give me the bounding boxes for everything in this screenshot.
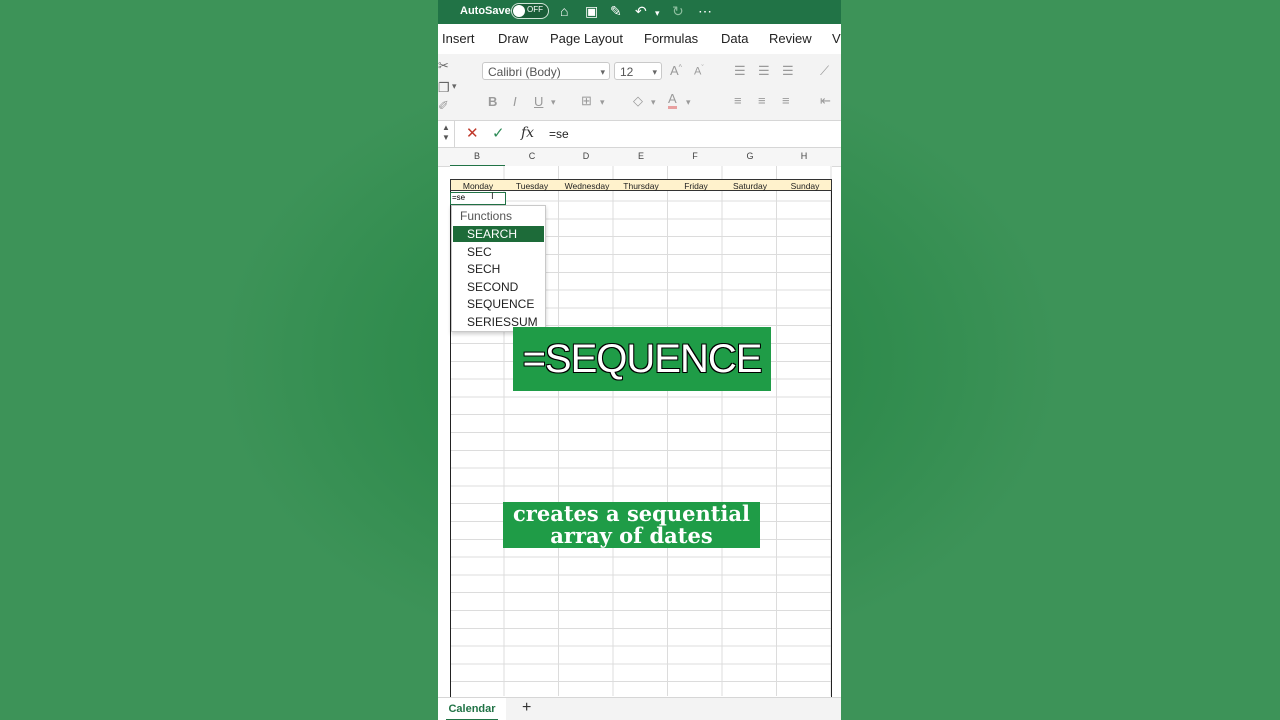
- sheet-tab-label: Calendar: [448, 703, 496, 715]
- font-color-icon[interactable]: A: [668, 92, 677, 109]
- day-cell[interactable]: Monday: [451, 181, 505, 191]
- weekday-header-row: Monday Tuesday Wednesday Thursday Friday…: [450, 179, 832, 191]
- toggle-knob: [513, 5, 525, 17]
- day-cell[interactable]: Thursday: [614, 181, 668, 191]
- formula-bar: ▲ ▼ ✕ ✓ fx =se: [438, 121, 841, 148]
- add-sheet-button[interactable]: +: [522, 699, 531, 717]
- day-cell[interactable]: Tuesday: [505, 181, 559, 191]
- confirm-icon[interactable]: ✓: [492, 124, 505, 142]
- column-header-h[interactable]: H: [777, 151, 831, 161]
- namebox-stepper-icon[interactable]: ▲ ▼: [442, 123, 450, 143]
- font-size-select[interactable]: 12 ▾: [614, 62, 662, 80]
- day-cell[interactable]: Friday: [669, 181, 723, 191]
- align-left-icon[interactable]: ≡: [734, 93, 742, 108]
- increase-font-icon[interactable]: A^: [670, 63, 682, 78]
- column-header-b[interactable]: B: [450, 151, 504, 161]
- chevron-down-icon: ▾: [652, 67, 657, 77]
- align-top-icon[interactable]: ☰: [734, 63, 746, 79]
- bold-icon[interactable]: B: [488, 94, 497, 109]
- borders-icon[interactable]: ⊞: [581, 93, 592, 109]
- active-cell[interactable]: =se I: [450, 192, 506, 205]
- autocomplete-item[interactable]: SEARCH: [453, 226, 544, 242]
- autosave-toggle[interactable]: OFF: [511, 3, 549, 19]
- day-cell[interactable]: Saturday: [723, 181, 777, 191]
- align-bottom-icon[interactable]: ☰: [782, 63, 794, 79]
- font-name-value: Calibri (Body): [488, 65, 561, 79]
- caption-line-1: creates a sequential: [513, 501, 750, 526]
- sheet-tab-bar: Calendar +: [438, 697, 841, 720]
- tab-insert[interactable]: Insert: [442, 31, 475, 46]
- column-header-f[interactable]: F: [668, 151, 722, 161]
- ribbon-toolbar: ✂ ❐ ▾ ✐ Calibri (Body) ▾ 12 ▾ A^ Aˇ B I …: [438, 54, 841, 121]
- autosave-label: AutoSave: [460, 5, 511, 17]
- autocomplete-item[interactable]: SEQUENCE: [453, 296, 544, 312]
- font-size-value: 12: [620, 65, 634, 79]
- fill-color-icon[interactable]: ◇: [633, 93, 643, 109]
- column-header-d[interactable]: D: [559, 151, 613, 161]
- redo-icon[interactable]: ↻: [672, 2, 684, 20]
- decrease-indent-icon[interactable]: ⇤: [820, 93, 831, 109]
- table-border-right: [831, 180, 832, 698]
- toggle-state: OFF: [527, 5, 543, 14]
- more-icon[interactable]: ⋯: [698, 2, 712, 20]
- autocomplete-item[interactable]: SECOND: [453, 279, 544, 295]
- format-painter-icon[interactable]: ✐: [438, 98, 449, 114]
- function-autocomplete: Functions SEARCH SEC SECH SECOND SEQUENC…: [451, 205, 546, 332]
- autocomplete-item[interactable]: SECH: [453, 261, 544, 277]
- text-cursor-icon: I: [491, 191, 494, 202]
- chevron-down-icon[interactable]: ▾: [686, 97, 691, 108]
- chevron-down-icon[interactable]: ▾: [600, 97, 605, 108]
- undo-icon[interactable]: ↶: [635, 2, 647, 20]
- title-bar: AutoSave OFF ⌂ ▣ ✎ ↶ ▾ ↻ ⋯: [438, 0, 841, 24]
- autocomplete-header: Functions: [460, 209, 513, 223]
- tab-data[interactable]: Data: [721, 31, 748, 46]
- autocomplete-item[interactable]: SEC: [453, 244, 544, 260]
- day-cell[interactable]: Sunday: [778, 181, 832, 191]
- align-center-icon[interactable]: ≡: [758, 93, 766, 108]
- day-cell[interactable]: Wednesday: [560, 181, 614, 191]
- tab-review[interactable]: Review: [769, 31, 812, 46]
- home-icon[interactable]: ⌂: [560, 2, 568, 20]
- edit-icon[interactable]: ✎: [610, 2, 622, 20]
- cancel-icon[interactable]: ✕: [466, 124, 479, 142]
- underline-icon[interactable]: U: [534, 94, 543, 109]
- column-headers: B C D E F G H: [438, 148, 841, 167]
- caption-overlay: creates a sequential array of dates: [503, 502, 760, 548]
- formula-input[interactable]: =se: [549, 127, 569, 141]
- align-right-icon[interactable]: ≡: [782, 93, 790, 108]
- caption-line-2: array of dates: [550, 523, 713, 548]
- column-header-c[interactable]: C: [505, 151, 559, 161]
- divider: [454, 121, 455, 147]
- column-header-e[interactable]: E: [614, 151, 668, 161]
- chevron-down-icon[interactable]: ▾: [655, 4, 660, 22]
- font-name-select[interactable]: Calibri (Body) ▾: [482, 62, 610, 80]
- chevron-down-icon[interactable]: ▾: [651, 97, 656, 108]
- save-icon[interactable]: ▣: [585, 2, 598, 20]
- active-cell-text: =se: [452, 193, 466, 202]
- sheet-tab-calendar[interactable]: Calendar: [438, 698, 506, 720]
- tab-draw[interactable]: Draw: [498, 31, 528, 46]
- chevron-down-icon[interactable]: ▾: [551, 97, 556, 108]
- cut-icon[interactable]: ✂: [438, 58, 449, 74]
- copy-icon[interactable]: ❐: [438, 80, 450, 96]
- tab-view[interactable]: V: [832, 31, 841, 46]
- align-middle-icon[interactable]: ☰: [758, 63, 770, 79]
- chevron-down-icon[interactable]: ▾: [452, 81, 457, 92]
- column-header-g[interactable]: G: [723, 151, 777, 161]
- chevron-down-icon: ▾: [600, 67, 605, 77]
- decrease-font-icon[interactable]: Aˇ: [694, 65, 704, 78]
- ribbon-tabs: Insert Draw Page Layout Formulas Data Re…: [438, 24, 841, 54]
- italic-icon[interactable]: I: [513, 94, 517, 109]
- insert-function-icon[interactable]: fx: [521, 125, 534, 141]
- orientation-icon[interactable]: ⟋: [820, 63, 829, 79]
- sequence-title-overlay: =SEQUENCE: [513, 327, 771, 391]
- tab-formulas[interactable]: Formulas: [644, 31, 698, 46]
- tab-page-layout[interactable]: Page Layout: [550, 31, 623, 46]
